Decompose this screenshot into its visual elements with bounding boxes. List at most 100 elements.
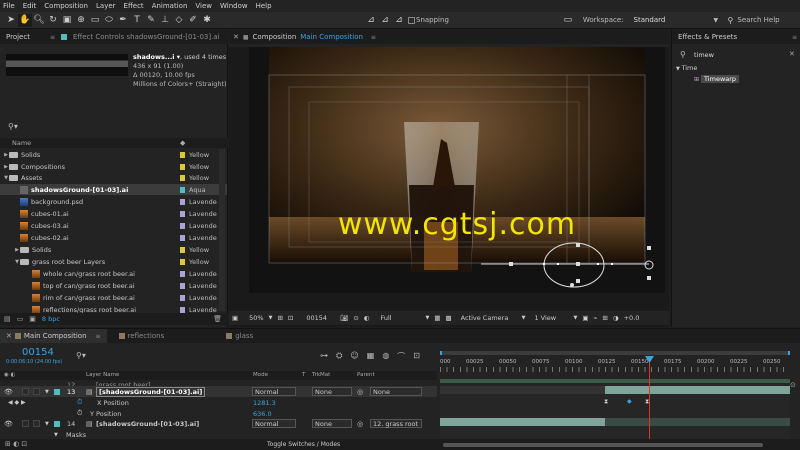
label-swatch[interactable]	[180, 247, 185, 253]
menu-effect[interactable]: Effect	[124, 2, 144, 10]
menu-edit[interactable]: Edit	[23, 2, 37, 10]
effects-search-input[interactable]: timew	[694, 51, 784, 60]
project-search-input[interactable]	[24, 121, 220, 130]
solo-checkbox[interactable]	[22, 388, 29, 395]
project-scrollbar[interactable]	[219, 149, 225, 311]
resolution-chevron-icon[interactable]: ▼	[425, 315, 429, 321]
label-swatch[interactable]	[180, 199, 185, 205]
effects-category-time[interactable]: ▼ Time	[676, 64, 697, 72]
vr-icon[interactable]: ▭	[559, 14, 577, 27]
label-swatch[interactable]	[180, 283, 185, 289]
keyframe-icon[interactable]: ⧗	[604, 398, 608, 406]
tab-composition-name[interactable]: Main Composition	[300, 32, 363, 42]
layer-bar[interactable]	[440, 386, 605, 394]
hand-tool-icon[interactable]: ✋	[18, 13, 32, 27]
comp-button-icon[interactable]: ⊙	[790, 381, 796, 389]
lock-checkbox[interactable]	[33, 388, 40, 395]
roto-brush-tool-icon[interactable]: ✐	[186, 14, 200, 27]
puppet-pin-tool-icon[interactable]: ✱	[200, 14, 214, 27]
workspace-dropdown-chevron-icon[interactable]: ▼	[714, 17, 724, 24]
new-folder-icon[interactable]: ▭	[17, 315, 24, 323]
exposure-value[interactable]: +0.0	[624, 314, 640, 322]
effects-search-icon[interactable]: ⚲	[680, 50, 686, 59]
grid-icon[interactable]: ⊞	[277, 314, 282, 322]
axis-local-icon[interactable]: ⊿	[364, 14, 378, 27]
pan-behind-tool-icon[interactable]: ⊕	[74, 14, 88, 27]
project-search-icon[interactable]: ⚲▾	[8, 122, 18, 131]
menu-file[interactable]: File	[3, 2, 15, 10]
mode-dropdown[interactable]: Normal	[252, 419, 296, 428]
camera-tool-icon[interactable]: ▣	[60, 14, 74, 27]
show-snapshot-icon[interactable]: ⊙	[353, 314, 358, 322]
layer-name[interactable]: [shadowsGround-[01-03].ai]	[96, 420, 199, 428]
current-time-indicator-display[interactable]: 00154	[22, 347, 54, 358]
trkmat-dropdown[interactable]: None	[312, 419, 352, 428]
panel-menu-icon[interactable]: ≡	[50, 34, 55, 41]
label-swatch[interactable]	[180, 152, 185, 158]
layer-bar[interactable]	[440, 379, 790, 383]
ellipse-tool-icon[interactable]: ⬭	[102, 14, 116, 27]
flowchart-icon[interactable]: ⊞	[602, 314, 607, 322]
col-trkmat[interactable]: TrkMat	[312, 372, 330, 378]
current-time-display[interactable]: 00154	[306, 314, 327, 322]
camera-chevron-icon[interactable]: ▼	[522, 315, 526, 321]
channel-icon[interactable]: ◐	[364, 314, 370, 322]
lock-icon[interactable]: ■	[243, 34, 249, 41]
workspace-dropdown[interactable]: Standard	[634, 16, 714, 24]
always-preview-icon[interactable]: ▣	[232, 314, 238, 322]
label-swatch[interactable]	[180, 235, 185, 241]
label-column-icon[interactable]: ◆	[180, 139, 185, 147]
mode-dropdown[interactable]: Normal	[252, 387, 296, 396]
draft-3d-icon[interactable]: ⛭	[336, 351, 342, 362]
stopwatch-icon[interactable]: ⏱︎	[77, 398, 82, 407]
snapping-checkbox[interactable]	[406, 14, 416, 27]
col-mode[interactable]: Mode	[253, 372, 268, 378]
panel-menu-icon[interactable]: ≡	[96, 333, 101, 340]
solo-checkbox[interactable]	[22, 420, 29, 427]
exposure-icon[interactable]: ◑	[613, 314, 619, 322]
stopwatch-icon[interactable]: ⏱︎	[77, 409, 82, 418]
search-help-input[interactable]: Search Help	[737, 16, 779, 24]
menu-composition[interactable]: Composition	[44, 2, 88, 10]
layer-bar[interactable]	[440, 418, 605, 426]
work-area-bar[interactable]	[440, 351, 790, 355]
fast-previews-icon[interactable]: ⌁	[594, 314, 598, 322]
layer-name[interactable]: [shadowsGround-[01-03].ai]	[96, 386, 206, 397]
interpret-footage-icon[interactable]: ▤	[4, 315, 11, 323]
collapse-triangle-icon[interactable]: ▼	[45, 389, 49, 395]
parent-pickwhip-icon[interactable]: ◎	[357, 388, 363, 396]
table-row[interactable]: 👁︎ ▼ 14 ▤ [shadowsGround-[01-03].ai] Nor…	[0, 418, 437, 429]
property-value[interactable]: 636.0	[253, 410, 272, 418]
layer-bar[interactable]	[605, 418, 790, 426]
tab-project[interactable]: Project	[6, 32, 30, 42]
collapse-triangle-icon[interactable]: ▼	[45, 421, 49, 427]
tab-glass[interactable]: glass	[220, 331, 259, 341]
label-swatch[interactable]	[180, 223, 185, 229]
panel-menu-icon[interactable]: ≡	[371, 34, 376, 41]
menu-help[interactable]: Help	[256, 2, 272, 10]
lock-checkbox[interactable]	[33, 420, 40, 427]
axis-world-icon[interactable]: ⊿	[378, 14, 392, 27]
visibility-eye-icon[interactable]: 👁︎	[4, 388, 13, 396]
toggle-pixel-aspect-icon[interactable]: ▣	[582, 314, 588, 322]
bpc-button[interactable]: 8 bpc	[42, 315, 60, 323]
col-parent[interactable]: Parent	[357, 372, 375, 378]
label-swatch[interactable]	[180, 164, 185, 170]
label-swatch[interactable]	[54, 388, 60, 395]
layer-bar-selected[interactable]	[605, 386, 790, 394]
clone-stamp-tool-icon[interactable]: ⊥	[158, 14, 172, 27]
close-tab-icon[interactable]: ✕	[6, 332, 12, 340]
label-swatch[interactable]	[54, 420, 60, 427]
new-composition-icon[interactable]: ▣	[29, 315, 36, 323]
keyframe-nav-icon[interactable]: ◀ ◆ ▶	[8, 399, 26, 406]
resolution-dropdown[interactable]: Full	[380, 314, 420, 322]
effect-item-timewarp[interactable]: ⊞ Timewarp	[694, 74, 740, 84]
col-layer-name[interactable]: Layer Name	[86, 372, 119, 378]
tab-main-composition[interactable]: ✕ Main Composition ≡	[0, 329, 107, 343]
frame-blending-icon[interactable]: ▦	[367, 351, 375, 362]
label-swatch[interactable]	[180, 271, 185, 277]
table-row[interactable]: ◀ ◆ ▶ ⏱︎ X Position 1281.3	[0, 397, 437, 408]
trkmat-dropdown[interactable]: None	[312, 387, 352, 396]
mask-visibility-icon[interactable]: ⊡	[288, 314, 293, 322]
magnification-chevron-icon[interactable]: ▼	[269, 315, 273, 321]
